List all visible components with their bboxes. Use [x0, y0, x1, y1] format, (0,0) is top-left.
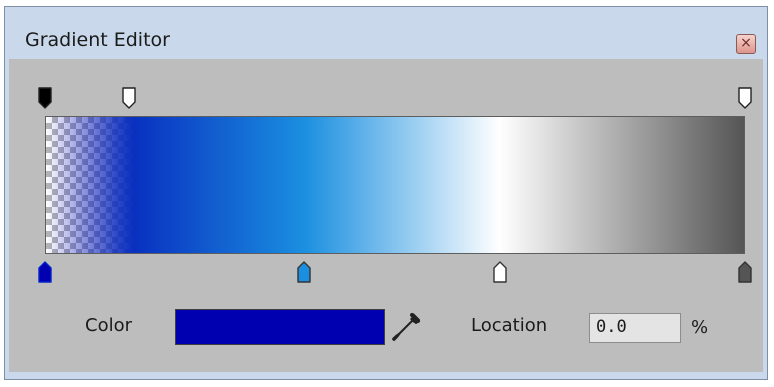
close-icon: × [740, 35, 752, 51]
window-title: Gradient Editor [25, 29, 170, 51]
color-swatch[interactable] [175, 309, 385, 345]
color-stop[interactable] [38, 261, 52, 283]
title-bar[interactable]: Gradient Editor × [5, 7, 767, 59]
opacity-stop[interactable] [738, 87, 752, 109]
opacity-stop[interactable] [122, 87, 136, 109]
eyedropper-icon [392, 313, 420, 341]
location-label: Location [471, 315, 548, 336]
percent-label: % [691, 317, 709, 338]
close-button[interactable]: × [736, 34, 756, 54]
opacity-stop[interactable] [38, 87, 52, 109]
color-label: Color [85, 315, 132, 336]
eyedropper-button[interactable] [391, 310, 423, 344]
location-input[interactable]: 0.0 [589, 313, 681, 343]
gradient-preview-bar[interactable] [45, 116, 745, 254]
color-stop[interactable] [738, 261, 752, 283]
color-stop[interactable] [297, 261, 311, 283]
gradient-editor-window: Gradient Editor × Color Location 0.0 % [4, 6, 768, 380]
color-stop[interactable] [493, 261, 507, 283]
gradient-fill [46, 117, 744, 253]
editor-panel: Color Location 0.0 % [9, 59, 763, 372]
